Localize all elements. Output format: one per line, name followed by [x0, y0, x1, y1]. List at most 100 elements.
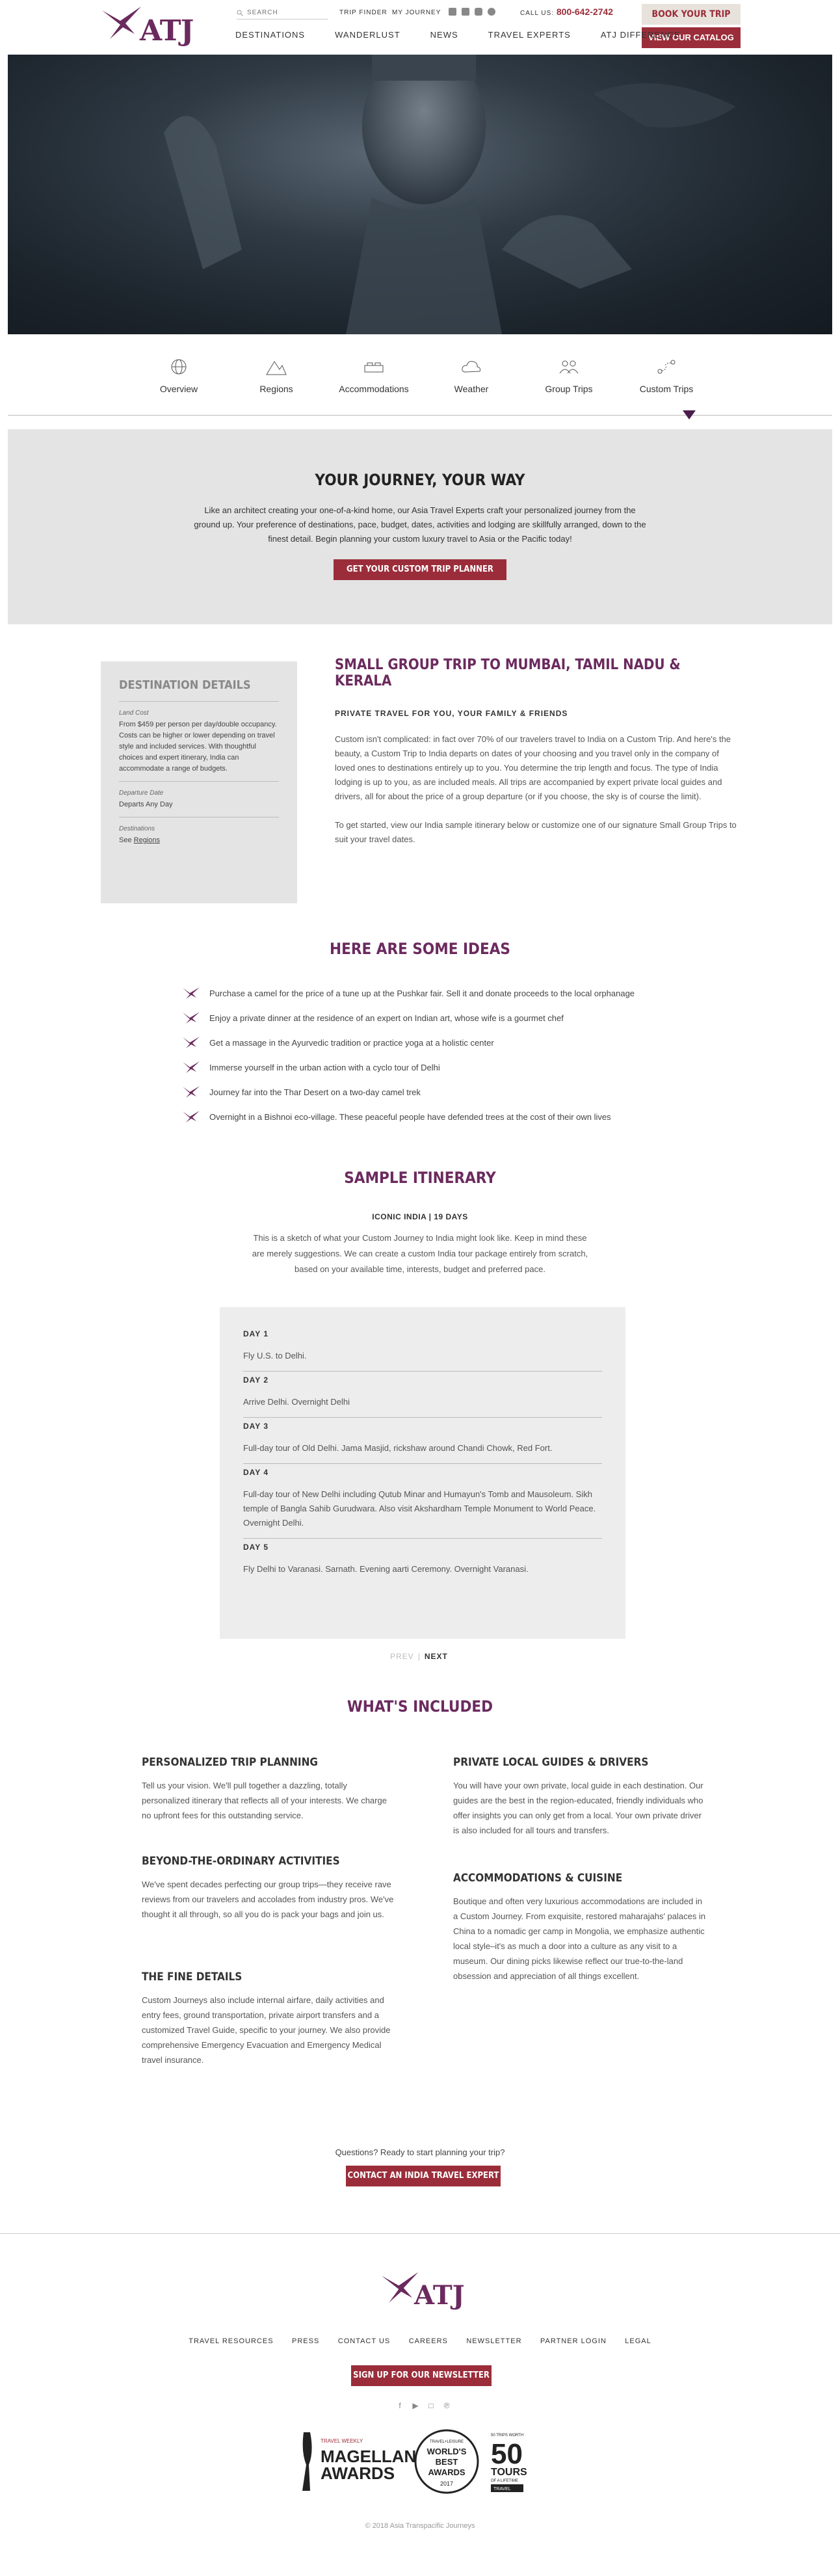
trip-finder-link[interactable]: TRIP FINDER	[339, 9, 387, 16]
itinerary-day: DAY 1 Fly U.S. to Delhi.	[243, 1325, 602, 1372]
day-text: Fly U.S. to Delhi.	[243, 1351, 307, 1361]
ideas-list: Purchase a camel for the price of a tune…	[182, 981, 676, 1129]
footer-link-contact[interactable]: CONTACT US	[338, 2337, 391, 2345]
nav-atj-difference[interactable]: ATJ DIFFERENCE	[601, 30, 692, 40]
trip-description: Custom isn't complicated: in fact over 7…	[335, 734, 731, 801]
logo-text: ATJ	[140, 14, 194, 47]
instagram-icon[interactable]: □	[427, 2401, 436, 2410]
bird-bullet-icon	[183, 987, 200, 999]
magellan-top: TRAVEL WEEKLY	[321, 2438, 363, 2444]
list-item: Overnight in a Bishnoi eco-village. Thes…	[182, 1104, 676, 1129]
included-item: BEYOND-THE-ORDINARY ACTIVITIES We've spen…	[142, 1855, 395, 1922]
footer-link-press[interactable]: PRESS	[292, 2337, 319, 2345]
my-journey-link[interactable]: MY JOURNEY	[392, 9, 441, 16]
included-heading: PRIVATE LOCAL GUIDES & DRIVERS	[453, 1756, 649, 1769]
day-label: DAY 5	[243, 1543, 269, 1552]
phone-number[interactable]: 800-642-2742	[557, 7, 613, 17]
tours-top: 50 TRIPS WORTH	[491, 2434, 523, 2437]
day-label: DAY 2	[243, 1375, 269, 1385]
ideas-title: HERE ARE SOME IDEAS	[330, 940, 510, 958]
hero-image	[8, 55, 832, 334]
facebook-icon[interactable]: f	[395, 2401, 404, 2410]
itinerary-day: DAY 4 Full-day tour of New Delhi includin…	[243, 1464, 602, 1539]
custom-route-icon	[657, 360, 676, 374]
globe-icon	[171, 359, 187, 375]
bird-bullet-icon	[183, 1086, 200, 1098]
included-item: PRIVATE LOCAL GUIDES & DRIVERS You will h…	[453, 1756, 707, 1838]
idea-text: Purchase a camel for the price of a tune…	[209, 988, 635, 998]
itinerary-intro: This is a sketch of what your Custom Jou…	[252, 1233, 588, 1274]
tab-label: Group Trips	[545, 384, 593, 394]
bird-bullet-icon	[183, 1012, 200, 1024]
included-item: PERSONALIZED TRIP PLANNING Tell us your v…	[142, 1756, 395, 1823]
cta-wrapper: CONTACT AN INDIA TRAVEL EXPERT	[346, 2166, 501, 2186]
trip-title: SMALL GROUP TRIP TO MUMBAI, TAMIL NADU &…	[335, 657, 681, 689]
nav-wanderlust[interactable]: WANDERLUST	[335, 30, 412, 40]
custom-trip-planner-button[interactable]: GET YOUR CUSTOM TRIP PLANNER	[334, 559, 506, 580]
tab-label: Overview	[159, 384, 198, 394]
atj-logo[interactable]: ATJ	[101, 5, 194, 47]
list-item: Purchase a camel for the price of a tune…	[182, 981, 676, 1005]
idea-text: Journey far into the Thar Desert on a tw…	[209, 1087, 421, 1097]
included-text: Tell us your vision. We'll pull together…	[142, 1781, 387, 1820]
nav-news[interactable]: NEWS	[430, 30, 470, 40]
see-prefix: See	[119, 836, 134, 844]
call-label: CALL US:	[520, 10, 555, 17]
newsletter-button[interactable]: SIGN UP FOR OUR NEWSLETTER	[351, 2365, 492, 2386]
tab-weather[interactable]: Weather	[423, 356, 520, 402]
list-item: Enjoy a private dinner at the residence …	[182, 1005, 676, 1030]
tours-number: 50	[491, 2438, 523, 2470]
next-button[interactable]: NEXT	[425, 1652, 448, 1661]
search-input[interactable]	[247, 9, 319, 16]
tab-accommodations[interactable]: Accommodations	[325, 356, 423, 402]
footer-link-travel-resources[interactable]: TRAVEL RESOURCES	[189, 2337, 273, 2345]
book-trip-button[interactable]: BOOK YOUR TRIP	[642, 4, 741, 25]
contact-expert-button[interactable]: CONTACT AN INDIA TRAVEL EXPERT	[346, 2166, 501, 2186]
footer-link-careers[interactable]: CAREERS	[409, 2337, 448, 2345]
youtube-icon[interactable]: ▶	[411, 2401, 420, 2410]
included-text: Boutique and often very luxurious accomm…	[453, 1896, 706, 1981]
idea-text: Overnight in a Bishnoi eco-village. Thes…	[209, 1111, 611, 1122]
regions-link[interactable]: Regions	[134, 836, 160, 844]
tab-regions[interactable]: Regions	[228, 356, 325, 402]
nav-travel-experts[interactable]: TRAVEL EXPERTS	[488, 30, 583, 40]
nav-destinations[interactable]: DESTINATIONS	[235, 30, 317, 40]
tab-label: Accommodations	[339, 384, 409, 394]
shiva-statue-image	[164, 55, 736, 334]
footer-nav: TRAVEL RESOURCES PRESS CONTACT US CAREER…	[0, 2335, 840, 2346]
footer-link-partner-login[interactable]: PARTNER LOGIN	[540, 2337, 607, 2345]
wb-worlds: WORLD'S	[427, 2447, 467, 2456]
included-text: Custom Journeys also include internal ai…	[142, 1995, 391, 2065]
footer-link-legal[interactable]: LEGAL	[625, 2337, 651, 2345]
prev-button[interactable]: PREV	[390, 1652, 414, 1661]
social-icons-header	[449, 8, 495, 16]
journey-band: YOUR JOURNEY, YOUR WAY Like an architect…	[8, 429, 832, 624]
search-field[interactable]	[237, 7, 328, 20]
departure-label: Departure Date	[119, 790, 164, 797]
pinterest-icon[interactable]: ℗	[442, 2401, 451, 2410]
included-text: You will have your own private, local gu…	[453, 1781, 703, 1835]
details-title: DESTINATION DETAILS	[119, 678, 279, 702]
call-us: CALL US: 800-642-2742	[520, 7, 613, 17]
tab-overview[interactable]: Overview	[130, 356, 228, 402]
tab-group-trips[interactable]: Group Trips	[520, 356, 618, 402]
wb-best: BEST	[436, 2457, 458, 2467]
destinations-value: See Regions	[119, 835, 279, 853]
footer-logo-text: ATJ	[414, 2280, 465, 2311]
itinerary-day: DAY 5 Fly Delhi to Varanasi. Sarnath. Eve…	[243, 1539, 602, 1584]
bird-bullet-icon	[183, 1061, 200, 1073]
itinerary-sep: |	[426, 1212, 434, 1221]
tab-custom-trips[interactable]: Custom Trips	[618, 356, 715, 402]
included-heading: ACCOMMODATIONS & CUISINE	[453, 1872, 623, 1885]
tours-sub: OF A LIFETIME	[491, 2479, 518, 2483]
footer-logo[interactable]: ATJ	[380, 2270, 465, 2313]
journey-text: Like an architect creating your one-of-a…	[194, 505, 646, 544]
footer-link-newsletter[interactable]: NEWSLETTER	[466, 2337, 521, 2345]
day-text: Fly Delhi to Varanasi. Sarnath. Evening …	[243, 1564, 529, 1574]
footer-divider	[0, 2233, 840, 2234]
day-label: DAY 1	[243, 1329, 269, 1338]
included-item: THE FINE DETAILS Custom Journeys also inc…	[142, 1971, 395, 2067]
search-icon	[237, 10, 243, 16]
tours-word: TOURS	[491, 2467, 527, 2478]
itinerary-pager: PREV | NEXT	[390, 1652, 448, 1661]
